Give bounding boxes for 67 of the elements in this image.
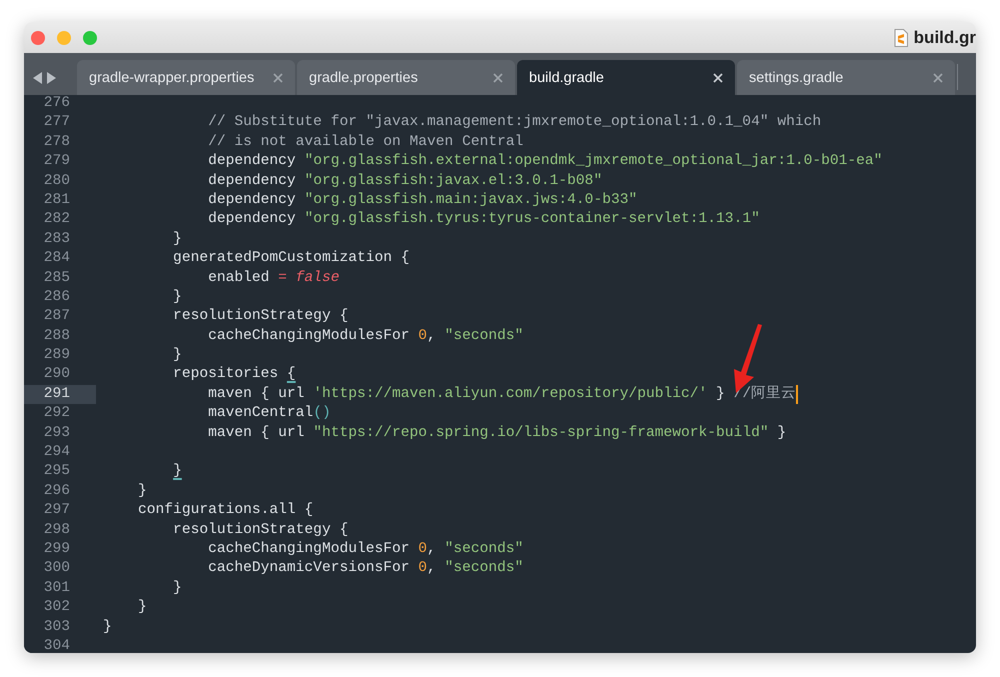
line-number: 279 xyxy=(44,152,70,172)
line-number: 281 xyxy=(44,190,70,210)
code-line: maven { url "https://repo.spring.io/libs-spring-framework-build" } xyxy=(207,424,786,443)
line-number: 285 xyxy=(44,268,70,288)
code-line: configurations.all { xyxy=(137,501,314,520)
line-number: 288 xyxy=(44,326,70,346)
code-line: resolutionStrategy { xyxy=(172,520,348,540)
code-line: dependency "org.glassfish.external:opendmk_jmxremote_optional_jar:1.0-b01-ea" xyxy=(207,152,882,172)
code-line: cacheChangingModulesFor 0, "seconds" xyxy=(207,326,524,346)
code-line: } xyxy=(172,346,182,366)
line-number: 303 xyxy=(44,618,70,637)
line-number: 301 xyxy=(44,578,70,598)
line-number: 299 xyxy=(44,540,70,559)
line-number: 294 xyxy=(44,443,70,462)
line-number: 296 xyxy=(44,482,70,501)
code-line: cacheDynamicVersionsFor 0, "seconds" xyxy=(207,559,524,578)
line-number: 290 xyxy=(44,365,70,384)
back-arrow-icon[interactable] xyxy=(33,72,42,84)
code-line: } xyxy=(172,230,182,249)
line-number: 297 xyxy=(44,501,70,520)
line-number: 293 xyxy=(44,424,70,443)
code-line: // Substitute for "javax.management:jmxremote_optional:1.0.1_04" which xyxy=(207,113,822,132)
code-line: } xyxy=(137,482,147,501)
file-tab[interactable]: gradle-wrapper.properties xyxy=(77,60,295,95)
code-line: } xyxy=(103,618,112,637)
code-line: resolutionStrategy { xyxy=(172,307,348,326)
line-number: 304 xyxy=(44,636,70,653)
line-number: 277 xyxy=(44,113,70,132)
code-line: dependency "org.glassfish.main:javax.jws:4.0-b33" xyxy=(207,190,638,210)
line-number: 292 xyxy=(44,404,70,424)
code-line: repositories { xyxy=(172,365,296,384)
file-tab[interactable]: build.gradle xyxy=(517,60,735,95)
close-button[interactable] xyxy=(31,30,45,44)
line-number: 280 xyxy=(44,172,70,191)
line-number: 278 xyxy=(44,132,70,152)
text-cursor xyxy=(796,385,798,404)
file-icon xyxy=(894,28,908,46)
code-line: cacheChangingModulesFor 0, "seconds" xyxy=(207,540,524,559)
code-line: // is not available on Maven Central xyxy=(207,132,524,152)
code-line: dependency "org.glassfish.tyrus:tyrus-container-servlet:1.13.1" xyxy=(207,210,760,230)
code-line: dependency "org.glassfish:javax.el:3.0.1-b08" xyxy=(207,172,602,191)
line-number: 302 xyxy=(44,598,70,618)
forward-arrow-icon[interactable] xyxy=(47,72,56,84)
minimize-button[interactable] xyxy=(57,30,71,44)
code-line: } xyxy=(172,288,182,307)
close-icon[interactable] xyxy=(713,72,723,82)
code-line: generatedPomCustomization { xyxy=(172,249,410,268)
line-number: 291 xyxy=(44,384,70,404)
file-tab[interactable]: settings.gradle xyxy=(737,60,955,95)
line-number: 289 xyxy=(44,346,70,366)
line-number: 276 xyxy=(44,95,70,113)
code-line: } xyxy=(172,578,182,598)
code-line: mavenCentral() xyxy=(207,404,331,424)
line-number: 287 xyxy=(44,307,70,326)
line-number: 286 xyxy=(44,288,70,307)
code-line: } xyxy=(137,598,147,618)
line-number: 300 xyxy=(44,559,70,578)
line-number: 282 xyxy=(44,210,70,230)
code-line: enabled = false xyxy=(207,268,340,288)
code-line: } xyxy=(172,462,182,482)
line-number: 284 xyxy=(44,249,70,268)
file-tab[interactable]: gradle.properties xyxy=(297,60,515,95)
zoom-button[interactable] xyxy=(83,30,97,44)
line-number: 295 xyxy=(44,462,70,482)
line-number: 283 xyxy=(44,230,70,249)
line-number: 298 xyxy=(44,520,70,540)
window-title: build.gr xyxy=(914,28,976,48)
